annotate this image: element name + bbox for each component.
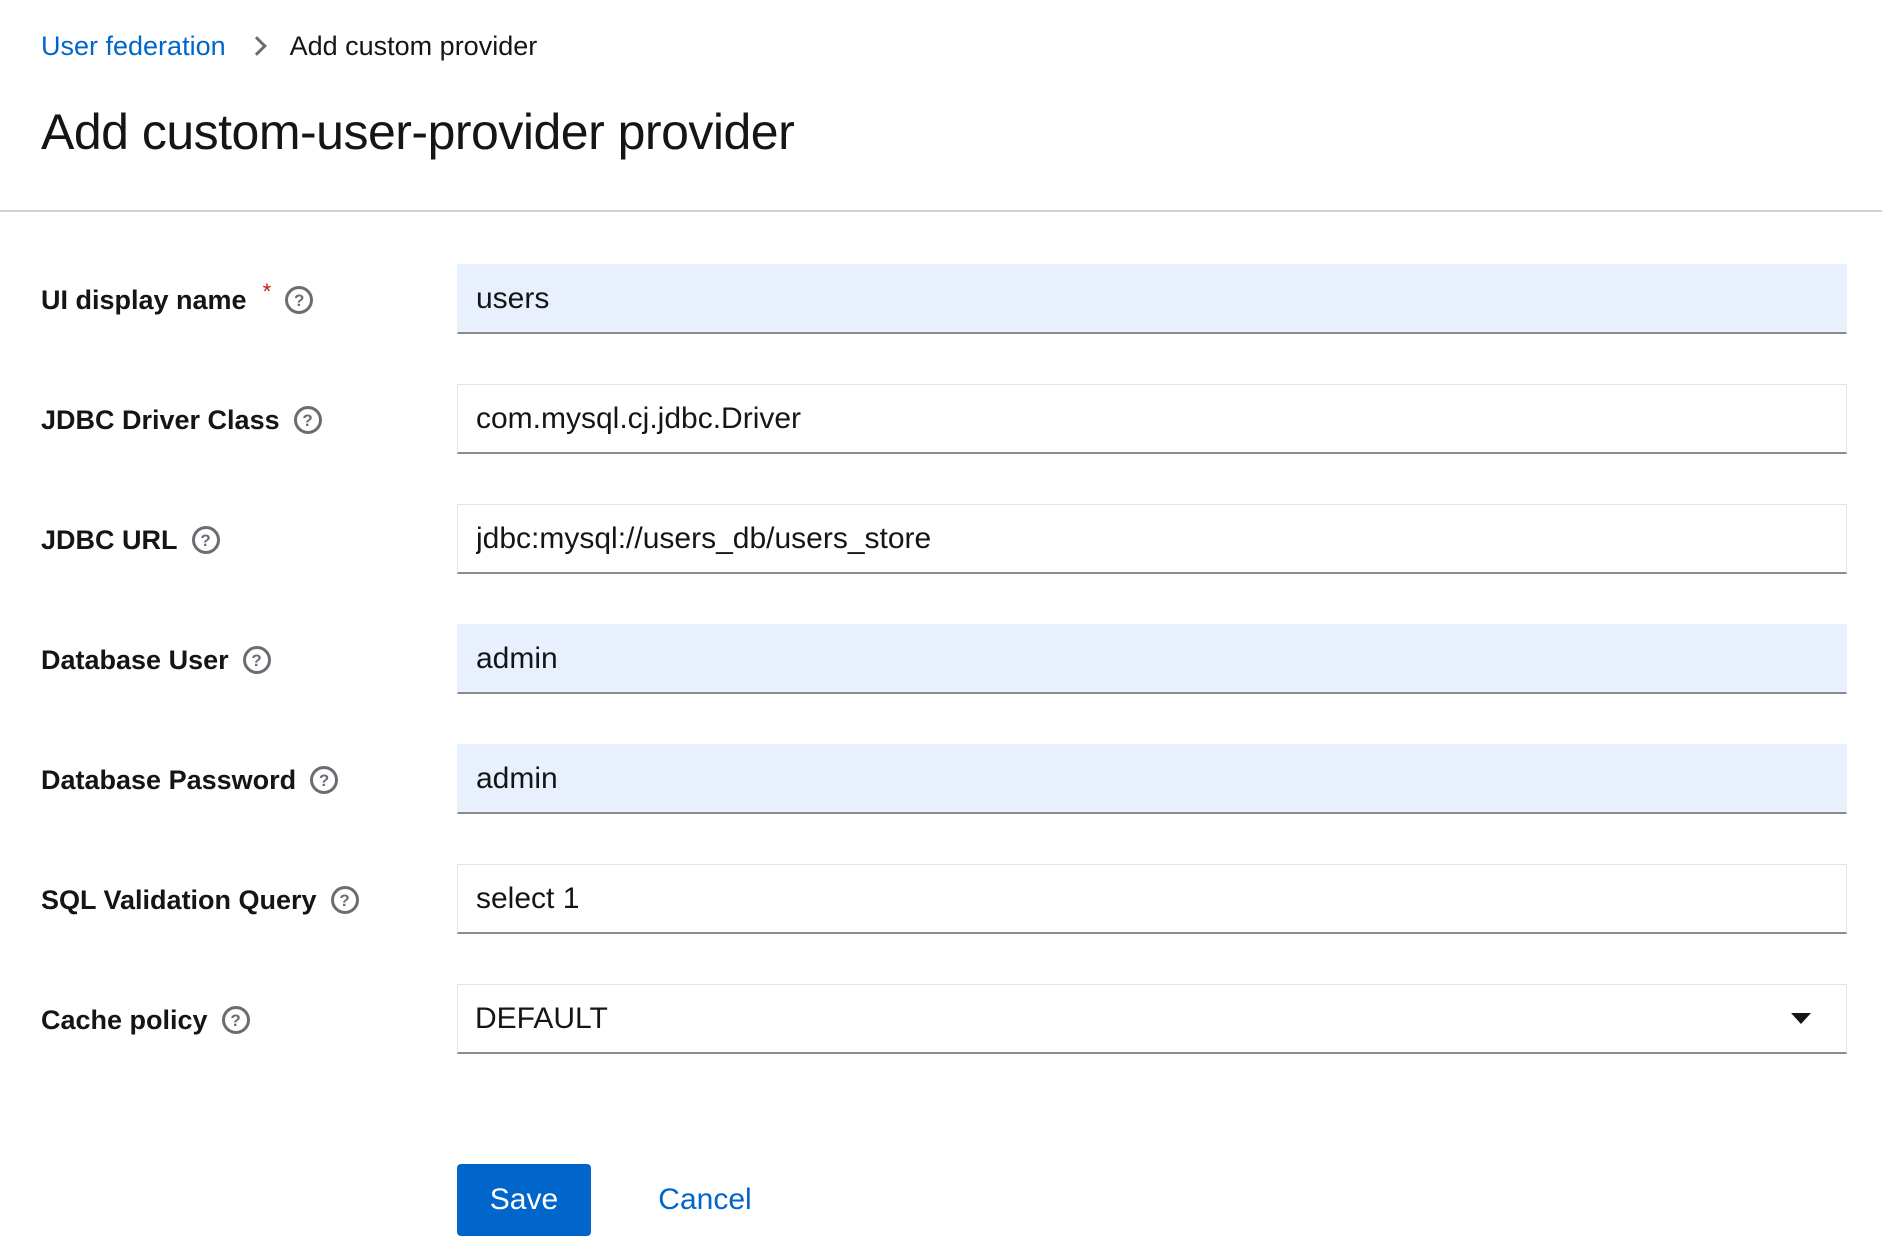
required-marker: * — [262, 279, 272, 304]
ui-display-name-input[interactable] — [457, 264, 1847, 334]
help-icon[interactable]: ? — [191, 526, 220, 554]
field-label-group: Cache policy ? — [41, 984, 250, 1056]
help-icon[interactable]: ? — [221, 1006, 250, 1034]
sql-validation-query-input[interactable] — [457, 864, 1847, 934]
database-user-label: Database User — [41, 644, 229, 675]
help-icon[interactable]: ? — [285, 286, 314, 314]
form-row-jdbc-url: JDBC URL ? — [0, 504, 1882, 576]
jdbc-url-label: JDBC URL — [41, 524, 178, 555]
caret-down-icon — [1791, 1013, 1811, 1024]
field-label-group: UI display name * ? — [41, 264, 314, 336]
cache-policy-select[interactable]: DEFAULT — [457, 984, 1847, 1054]
field-label-group: JDBC URL ? — [41, 504, 220, 576]
breadcrumb: User federation Add custom provider — [41, 26, 537, 66]
form-row-jdbc-driver-class: JDBC Driver Class ? — [0, 384, 1882, 456]
form-row-ui-display-name: UI display name * ? — [0, 264, 1882, 336]
ui-display-name-label: UI display name — [41, 284, 247, 315]
database-password-input[interactable] — [457, 744, 1847, 814]
form-row-database-password: Database Password ? — [0, 744, 1882, 816]
save-button[interactable]: Save — [457, 1164, 591, 1236]
help-icon[interactable]: ? — [293, 406, 322, 434]
cache-policy-label: Cache policy — [41, 1004, 208, 1035]
field-label-group: JDBC Driver Class ? — [41, 384, 322, 456]
field-label-group: Database Password ? — [41, 744, 339, 816]
chevron-right-icon — [246, 36, 267, 56]
page-title: Add custom-user-provider provider — [41, 104, 795, 160]
jdbc-url-input[interactable] — [457, 504, 1847, 574]
help-icon[interactable]: ? — [242, 646, 271, 674]
cancel-button[interactable]: Cancel — [640, 1164, 770, 1236]
breadcrumb-current: Add custom provider — [289, 31, 538, 61]
header-divider — [0, 210, 1882, 212]
form-row-database-user: Database User ? — [0, 624, 1882, 696]
form-row-cache-policy: Cache policy ? DEFAULT — [0, 984, 1882, 1056]
sql-validation-query-label: SQL Validation Query — [41, 884, 317, 915]
form-row-sql-validation-query: SQL Validation Query ? — [0, 864, 1882, 936]
jdbc-driver-class-label: JDBC Driver Class — [41, 404, 280, 435]
database-password-label: Database Password — [41, 764, 297, 795]
field-label-group: SQL Validation Query ? — [41, 864, 359, 936]
cache-policy-selected-value: DEFAULT — [475, 1001, 608, 1035]
database-user-input[interactable] — [457, 624, 1847, 694]
help-icon[interactable]: ? — [330, 886, 359, 914]
field-label-group: Database User ? — [41, 624, 271, 696]
breadcrumb-link-user-federation[interactable]: User federation — [41, 26, 226, 66]
jdbc-driver-class-input[interactable] — [457, 384, 1847, 454]
help-icon[interactable]: ? — [310, 766, 339, 794]
